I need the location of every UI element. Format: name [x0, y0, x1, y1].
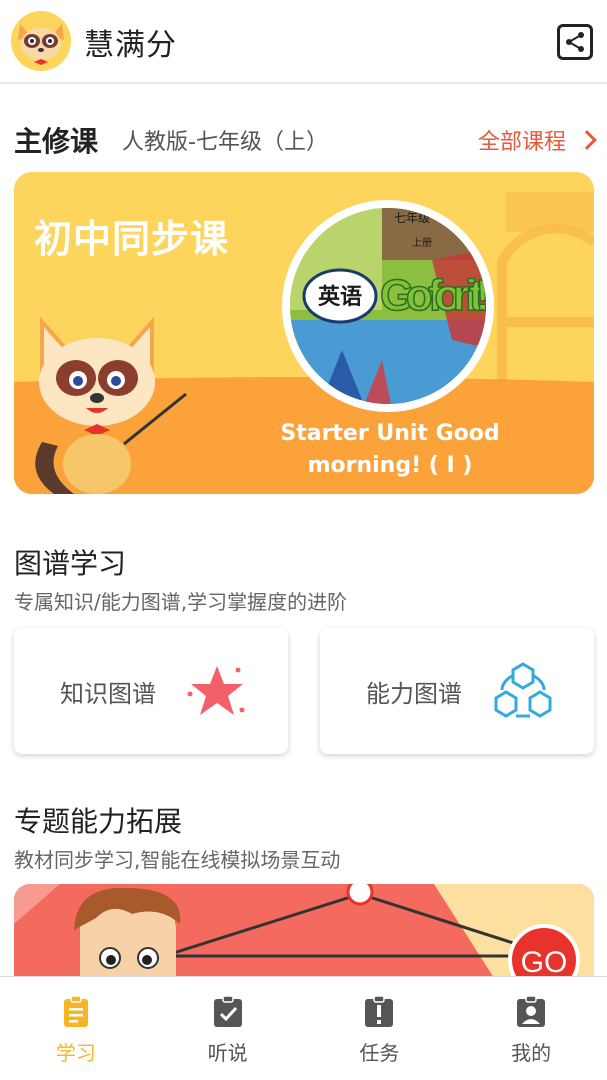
- ability-graph-label: 能力图谱: [366, 680, 462, 708]
- nav-label-study: 学习: [55, 1041, 96, 1065]
- nav-item-study[interactable]: 学习: [0, 977, 152, 1080]
- book-volume: 上册: [412, 237, 432, 249]
- star-icon: [187, 666, 245, 715]
- all-courses-label: 全部课程: [477, 130, 566, 155]
- nav-label-tasks: 任务: [359, 1041, 400, 1065]
- nav-item-listen-speak[interactable]: 听说: [152, 977, 304, 1080]
- alert-clipboard-icon: [365, 995, 394, 1027]
- go-label: GO: [521, 946, 568, 978]
- nav-item-tasks[interactable]: 任务: [304, 977, 456, 1080]
- topic-banner-art: GO: [14, 884, 594, 978]
- clipboard-list-icon: [63, 995, 88, 1027]
- chevron-right-icon: [577, 130, 597, 150]
- topic-ability-title: 专题能力拓展: [14, 805, 183, 838]
- course-banner[interactable]: 初中同步课 七年级 上册 Go for it! 英语 Starter Unit …: [14, 172, 594, 494]
- nav-label-mine: 我的: [511, 1041, 552, 1065]
- nav-label-listen-speak: 听说: [207, 1041, 248, 1065]
- main-course-title: 主修课: [14, 125, 99, 158]
- share-button[interactable]: [557, 24, 593, 60]
- all-courses-link[interactable]: 全部课程: [477, 124, 597, 156]
- book-title-text: Go for it!: [380, 271, 490, 320]
- app-header: 慧满分: [0, 0, 607, 84]
- raccoon-logo-icon: [11, 11, 71, 71]
- ability-graph-card[interactable]: 能力图谱: [320, 628, 594, 754]
- user-badge-icon: [517, 995, 546, 1027]
- graph-learning-subtitle: 专属知识/能力图谱,学习掌握度的进阶: [14, 590, 348, 614]
- clipboard-check-icon: [213, 995, 242, 1027]
- banner-heading: 初中同步课: [34, 217, 230, 261]
- hexagon-network-icon: [494, 662, 552, 718]
- course-edition: 人教版-七年级（上）: [122, 130, 328, 155]
- book-subject: 英语: [318, 284, 362, 310]
- nav-item-mine[interactable]: 我的: [455, 977, 607, 1080]
- topic-banner[interactable]: GO: [14, 884, 594, 978]
- main-course-header: 主修课 人教版-七年级（上） 全部课程: [14, 118, 597, 158]
- book-grade: 七年级: [394, 211, 430, 225]
- textbook-cover: 七年级 上册 Go for it! 英语: [282, 200, 494, 412]
- graph-learning-title: 图谱学习: [14, 547, 127, 580]
- share-icon: [566, 32, 584, 52]
- unit-title: Starter Unit Good morning! ( I ): [280, 421, 500, 478]
- book-cover-image: 七年级 上册 Go for it! 英语: [290, 208, 490, 404]
- knowledge-graph-label: 知识图谱: [60, 680, 156, 708]
- topic-ability-subtitle: 教材同步学习,智能在线模拟场景互动: [14, 848, 341, 872]
- bottom-nav: 学习 听说 任务 我的: [0, 976, 607, 1080]
- knowledge-graph-card[interactable]: 知识图谱: [14, 628, 288, 754]
- app-title: 慧满分: [84, 28, 177, 63]
